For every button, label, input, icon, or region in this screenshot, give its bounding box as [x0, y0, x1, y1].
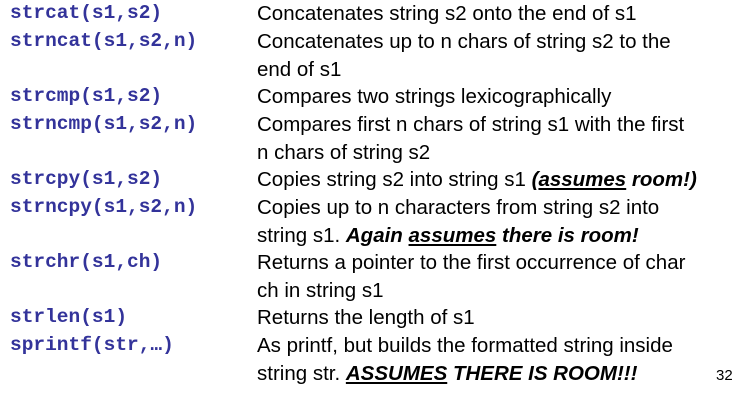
function-description: Compares two strings lexicographically — [257, 83, 737, 111]
function-description: Returns the length of s1 — [257, 304, 737, 332]
function-description: Copies up to n characters from string s2… — [257, 194, 737, 249]
description-text: string str. — [257, 361, 346, 385]
function-name: strcpy(s1,s2) — [10, 168, 163, 190]
warning-text: (assumes room!) — [532, 168, 697, 191]
warning-text: ASSUMES THERE IS ROOM!!! — [346, 362, 638, 385]
description-line: Copies string s2 into string s1 (assumes… — [257, 166, 737, 194]
slide: strcat(s1,s2) Concatenates string s2 ont… — [0, 0, 748, 401]
description-text: string s1. — [257, 223, 346, 247]
description-line: string str. ASSUMES THERE IS ROOM!!! — [257, 360, 737, 388]
warning-rest: room!) — [626, 168, 697, 191]
warning-lead: Again — [345, 223, 409, 247]
description-line: string s1. Again assumes there is room! — [257, 222, 737, 250]
description-line: ch in string s1 — [257, 278, 384, 302]
warning-underlined: assumes — [408, 223, 497, 247]
function-name: strcmp(s1,s2) — [10, 85, 163, 107]
description-line: end of s1 — [257, 57, 342, 81]
warning-underlined: ASSUMES — [345, 361, 448, 385]
description-line: Concatenates string s2 onto the end of s… — [257, 2, 637, 25]
description-line: n chars of string s2 — [257, 140, 431, 164]
function-description: Concatenates up to n chars of string s2 … — [257, 28, 737, 83]
function-description: Compares first n chars of string s1 with… — [257, 111, 737, 166]
warning-rest: there is room! — [496, 223, 639, 247]
function-description: Concatenates string s2 onto the end of s… — [257, 0, 737, 28]
page-number: 32 — [716, 367, 733, 384]
description-text: Copies string s2 into string s1 — [257, 168, 532, 191]
description-line: Concatenates up to n chars of string s2 … — [257, 30, 671, 53]
function-description: Copies string s2 into string s1 (assumes… — [257, 166, 737, 194]
function-name: strlen(s1) — [10, 306, 128, 328]
function-name: strcat(s1,s2) — [10, 2, 163, 24]
function-name: sprintf(str,…) — [10, 334, 174, 356]
function-name: strncpy(s1,s2,n) — [10, 196, 198, 218]
function-name: strchr(s1,ch) — [10, 251, 163, 273]
description-line: Compares two strings lexicographically — [257, 85, 612, 108]
function-description: As printf, but builds the formatted stri… — [257, 332, 737, 387]
function-name: strncmp(s1,s2,n) — [10, 113, 198, 135]
warning-rest: THERE IS ROOM!!! — [447, 361, 638, 385]
description-line: Returns a pointer to the first occurrenc… — [257, 251, 686, 274]
description-line: Returns the length of s1 — [257, 306, 475, 329]
description-line: Compares first n chars of string s1 with… — [257, 113, 685, 136]
warning-text: Again assumes there is room! — [346, 224, 639, 247]
function-name: strncat(s1,s2,n) — [10, 30, 198, 52]
description-line: Copies up to n characters from string s2… — [257, 196, 660, 219]
function-description: Returns a pointer to the first occurrenc… — [257, 249, 737, 304]
description-line: As printf, but builds the formatted stri… — [257, 334, 673, 357]
warning-underlined: assumes — [538, 168, 627, 191]
